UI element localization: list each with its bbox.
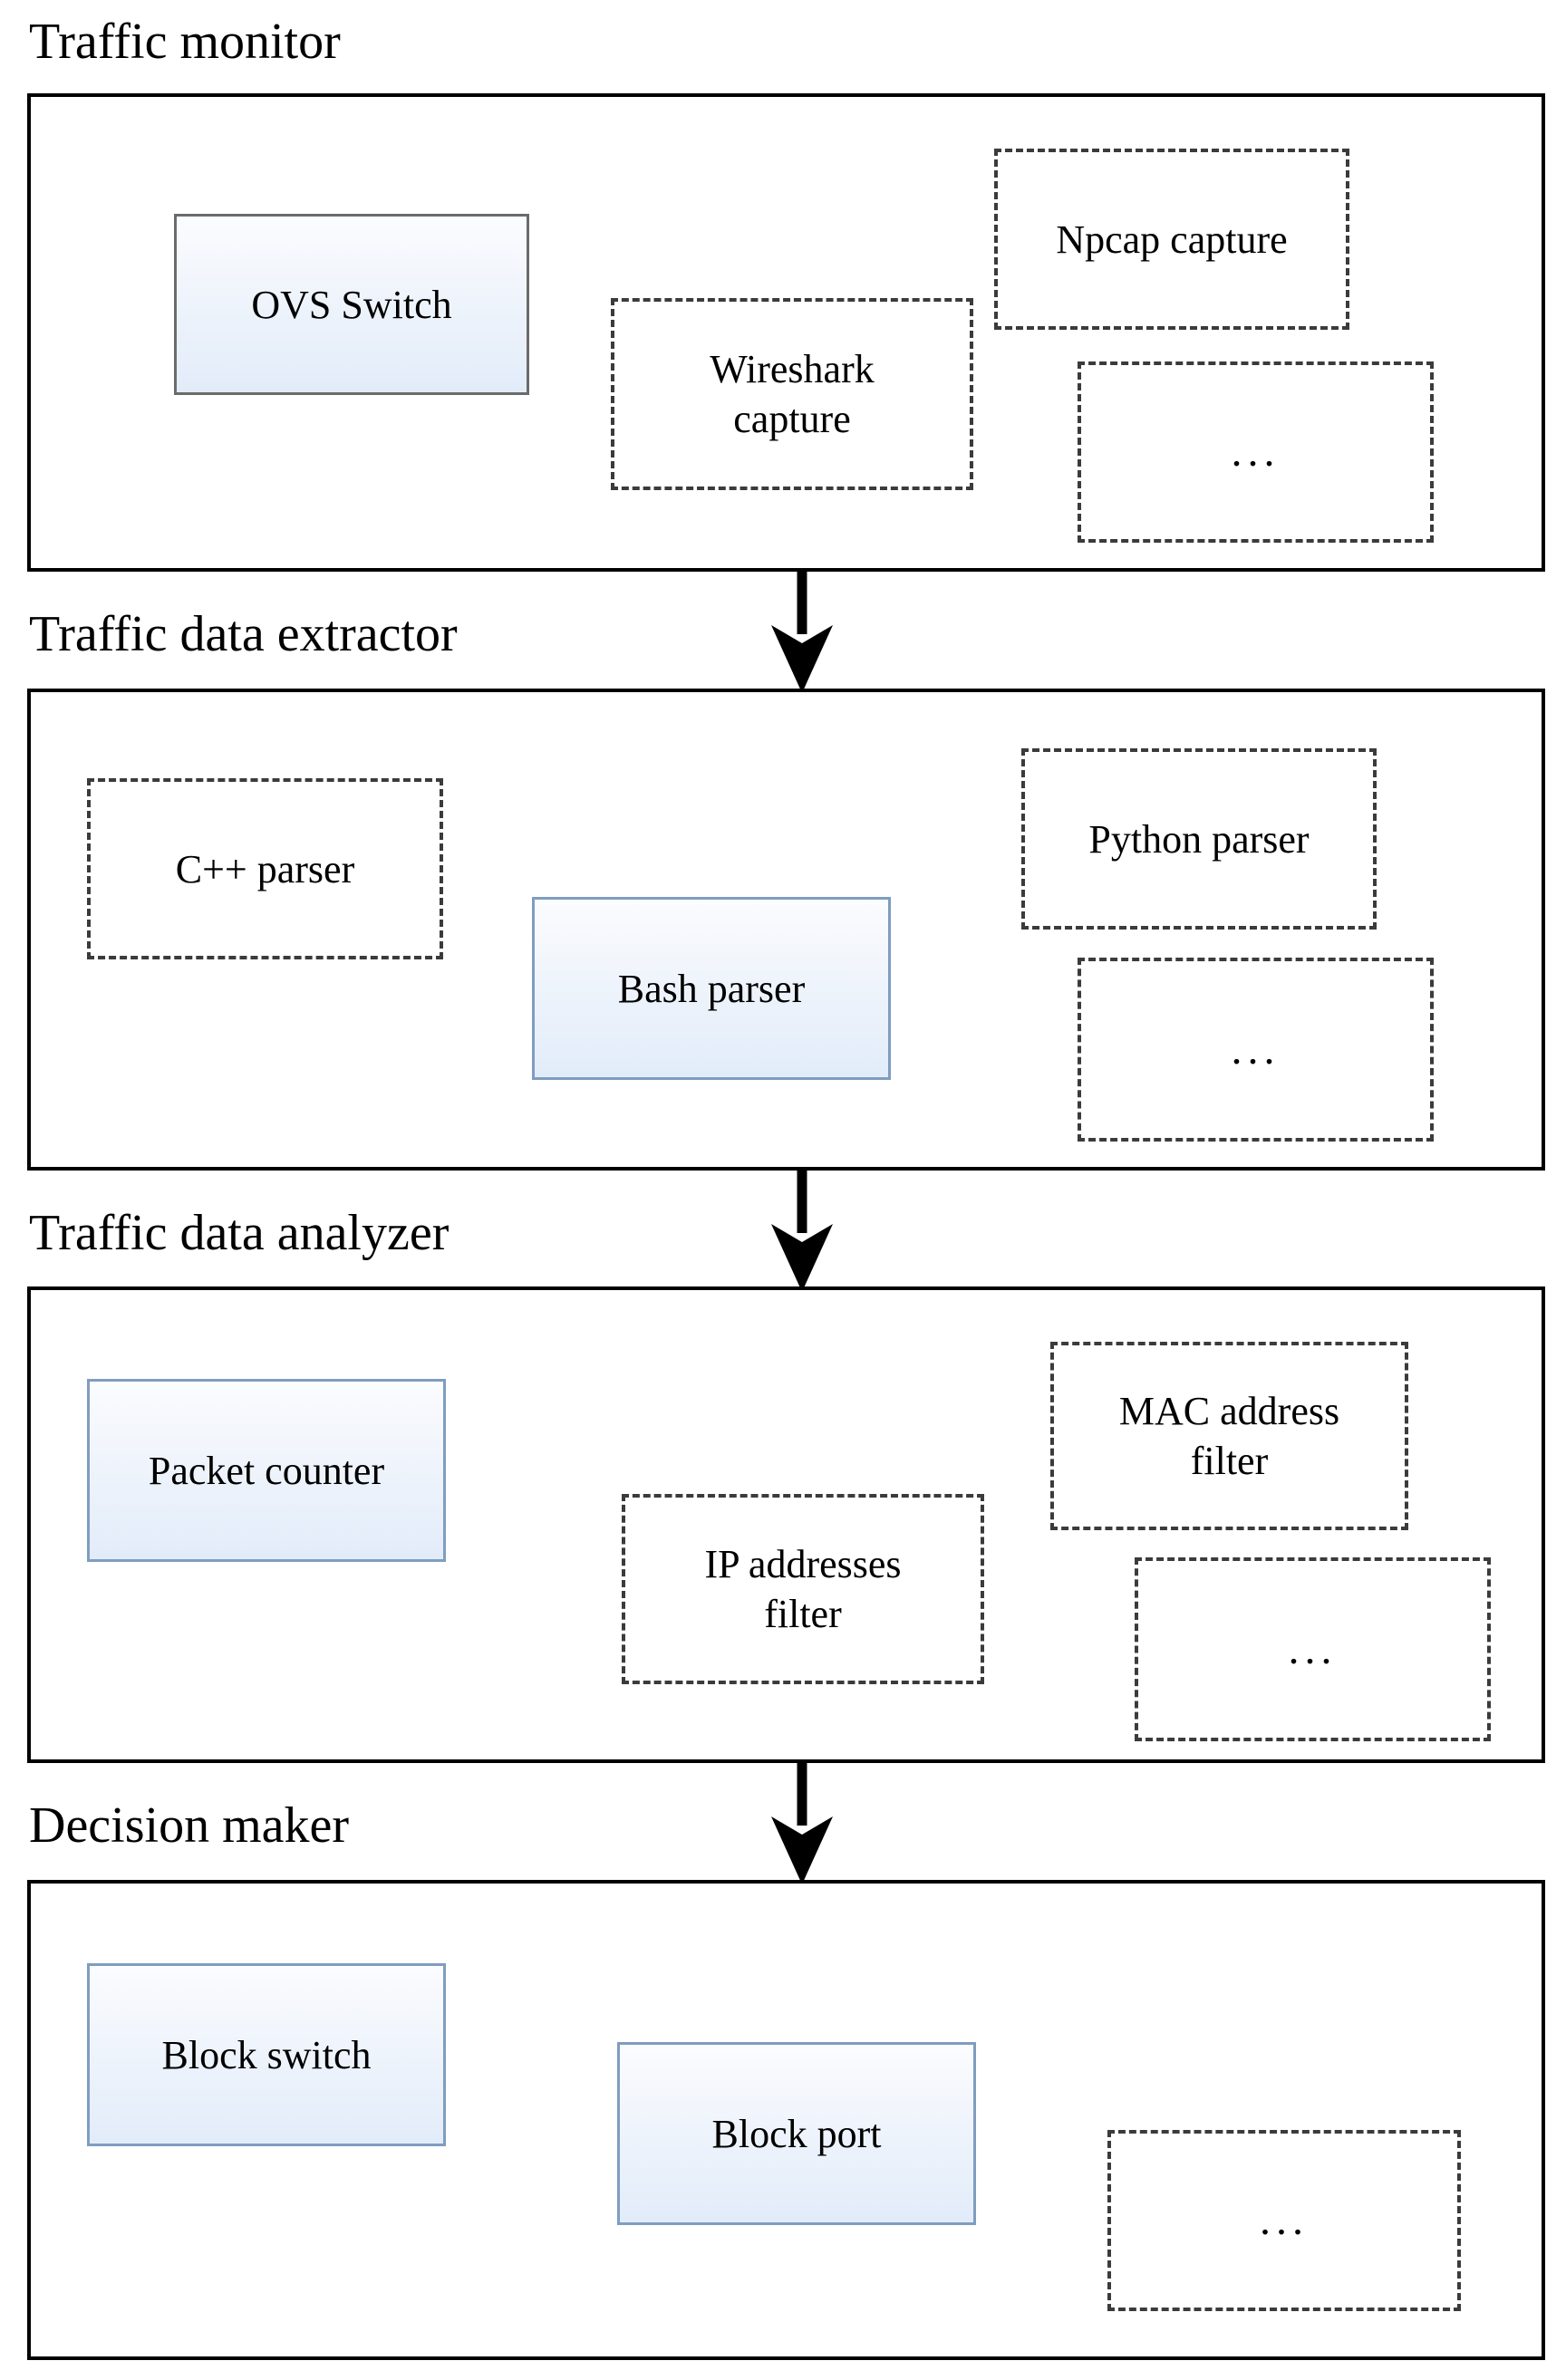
- node-analyzer-more-label: ...: [1288, 1624, 1338, 1673]
- stage-container-traffic-data-extractor: C++ parser Bash parser Python parser ...: [27, 689, 1545, 1171]
- node-decision-more-label: ...: [1260, 2196, 1309, 2244]
- node-block-port[interactable]: Block port: [617, 2042, 976, 2225]
- arrow-monitor-to-extractor: [766, 569, 838, 693]
- stage-title-traffic-data-analyzer: Traffic data analyzer: [29, 1205, 450, 1261]
- node-wireshark-capture-label: Wireshark capture: [710, 347, 875, 441]
- node-monitor-more[interactable]: ...: [1078, 361, 1434, 543]
- stage-title-traffic-data-extractor: Traffic data extractor: [29, 606, 458, 662]
- node-mac-address-filter-label: MAC address filter: [1118, 1389, 1340, 1483]
- arrow-extractor-to-analyzer: [766, 1168, 838, 1292]
- node-wireshark-capture[interactable]: Wireshark capture: [611, 298, 973, 490]
- node-bash-parser-label: Bash parser: [617, 966, 806, 1011]
- node-python-parser[interactable]: Python parser: [1021, 748, 1377, 930]
- node-ip-addresses-filter-label: IP addresses filter: [704, 1542, 902, 1636]
- node-npcap-capture[interactable]: Npcap capture: [994, 149, 1349, 330]
- node-ovs-switch-label: OVS Switch: [251, 282, 452, 327]
- stage-title-traffic-monitor: Traffic monitor: [29, 14, 341, 70]
- stage-title-decision-maker: Decision maker: [29, 1797, 349, 1854]
- stage-container-traffic-monitor: OVS Switch Wireshark capture Npcap captu…: [27, 93, 1545, 572]
- node-block-switch-label: Block switch: [161, 2032, 372, 2077]
- diagram-canvas: Traffic monitor OVS Switch Wireshark cap…: [0, 0, 1566, 2380]
- node-ip-addresses-filter[interactable]: IP addresses filter: [622, 1494, 984, 1684]
- node-npcap-capture-label: Npcap capture: [1056, 217, 1288, 262]
- node-python-parser-label: Python parser: [1088, 816, 1310, 862]
- node-analyzer-more[interactable]: ...: [1135, 1557, 1491, 1741]
- node-extractor-more[interactable]: ...: [1078, 958, 1434, 1142]
- node-mac-address-filter[interactable]: MAC address filter: [1050, 1342, 1408, 1530]
- arrow-analyzer-to-decision: [766, 1760, 838, 1884]
- node-packet-counter[interactable]: Packet counter: [87, 1379, 446, 1562]
- node-extractor-more-label: ...: [1231, 1025, 1281, 1074]
- node-cpp-parser-label: C++ parser: [175, 846, 355, 891]
- node-packet-counter-label: Packet counter: [148, 1448, 385, 1493]
- node-ovs-switch[interactable]: OVS Switch: [174, 214, 529, 395]
- stage-container-traffic-data-analyzer: Packet counter IP addresses filter MAC a…: [27, 1286, 1545, 1763]
- node-block-port-label: Block port: [711, 2111, 882, 2156]
- stage-container-decision-maker: Block switch Block port ...: [27, 1880, 1545, 2360]
- node-decision-more[interactable]: ...: [1107, 2130, 1461, 2311]
- node-bash-parser[interactable]: Bash parser: [532, 897, 891, 1080]
- node-cpp-parser[interactable]: C++ parser: [87, 778, 443, 959]
- node-monitor-more-label: ...: [1231, 428, 1281, 476]
- node-block-switch[interactable]: Block switch: [87, 1963, 446, 2146]
